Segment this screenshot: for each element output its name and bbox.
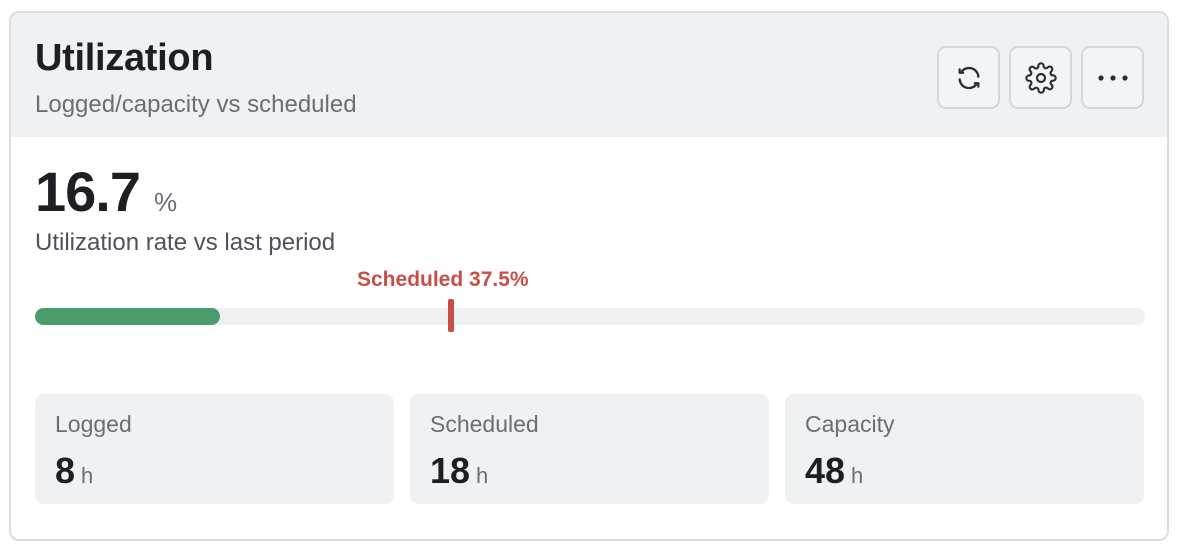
- stat-value: 8: [55, 450, 76, 491]
- stat-value-row: 18 h: [430, 450, 488, 492]
- stat-value: 48: [805, 450, 846, 491]
- logged-progress-fill: [35, 308, 221, 325]
- stat-unit: h: [476, 463, 489, 488]
- stat-unit: h: [81, 463, 94, 488]
- scheduled-marker: [448, 299, 455, 332]
- stat-label: Capacity: [805, 411, 895, 437]
- stats-row: Logged 8 h Scheduled 18 h Capacity 48 h: [35, 394, 1144, 504]
- more-options-button[interactable]: [1081, 46, 1144, 109]
- settings-button[interactable]: [1009, 46, 1072, 109]
- stat-value-row: 48 h: [805, 450, 863, 492]
- stat-value: 18: [430, 450, 471, 491]
- gear-icon: [1024, 61, 1057, 94]
- header-actions: [937, 46, 1144, 109]
- stat-capacity: Capacity 48 h: [785, 394, 1144, 504]
- refresh-icon: [953, 62, 985, 94]
- stat-logged: Logged 8 h: [35, 394, 394, 504]
- utilization-card: Utilization Logged/capacity vs scheduled: [9, 11, 1169, 541]
- stat-label: Scheduled: [430, 411, 539, 437]
- card-title: Utilization: [35, 37, 214, 79]
- metric-caption: Utilization rate vs last period: [35, 229, 336, 256]
- stat-label: Logged: [55, 411, 132, 437]
- more-icon: [1095, 73, 1131, 83]
- scheduled-marker-label: Scheduled 37.5%: [357, 268, 529, 291]
- stat-value-row: 8 h: [55, 450, 93, 492]
- utilization-metric: 16.7 %: [35, 159, 177, 224]
- metric-value: 16.7: [35, 160, 141, 223]
- utilization-progress-track: [35, 299, 1145, 332]
- card-subtitle: Logged/capacity vs scheduled: [35, 91, 357, 118]
- card-header: Utilization Logged/capacity vs scheduled: [11, 13, 1167, 137]
- refresh-button[interactable]: [937, 46, 1000, 109]
- metric-unit: %: [154, 187, 178, 217]
- stat-unit: h: [851, 463, 864, 488]
- stat-scheduled: Scheduled 18 h: [410, 394, 769, 504]
